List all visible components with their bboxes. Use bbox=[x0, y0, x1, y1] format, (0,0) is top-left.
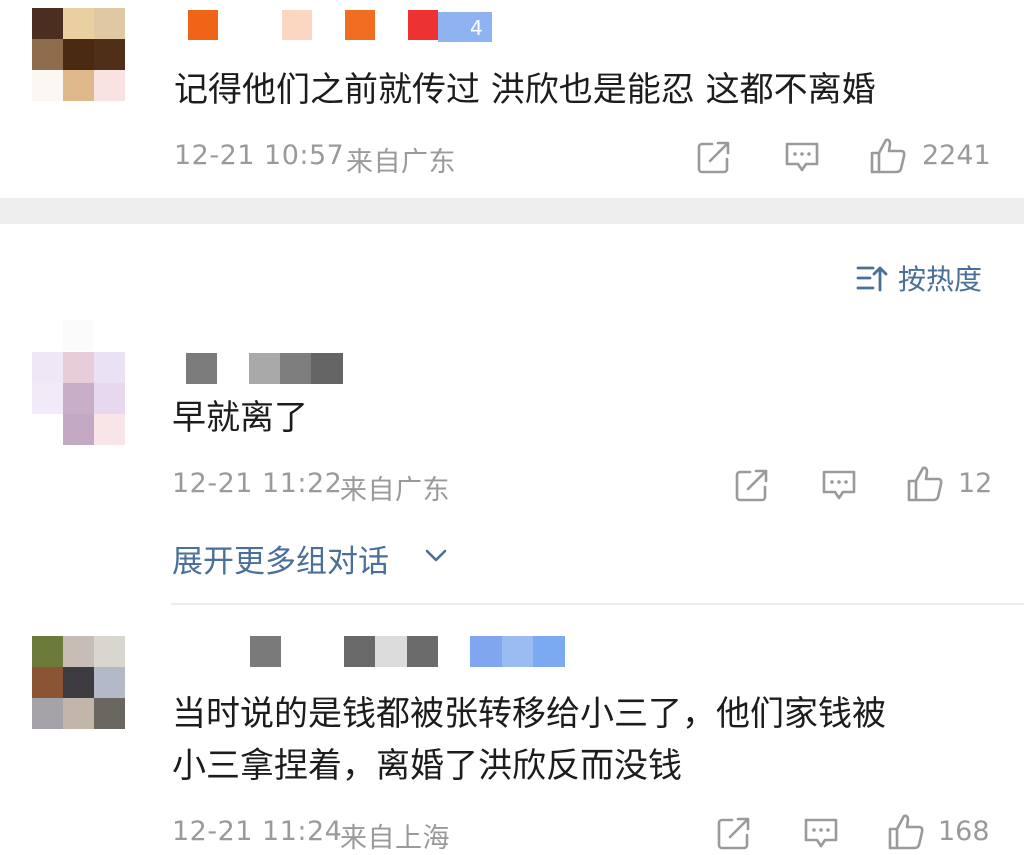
comment-icon[interactable] bbox=[783, 140, 821, 176]
comment-text: 记得他们之前就传过 洪欣也是能忍 这都不离婚 bbox=[174, 70, 876, 110]
username-redacted[interactable] bbox=[186, 353, 351, 385]
comment-time: 12-21 11:22 bbox=[172, 468, 343, 499]
like-count: 2241 bbox=[922, 140, 991, 171]
comment-location: 来自广东 bbox=[340, 475, 450, 506]
comment-time: 12-21 11:24 bbox=[172, 816, 343, 847]
username-redacted[interactable] bbox=[250, 636, 570, 668]
avatar[interactable] bbox=[32, 320, 128, 448]
sort-label: 按热度 bbox=[898, 263, 983, 296]
section-separator bbox=[0, 198, 1024, 224]
share-icon[interactable] bbox=[734, 467, 770, 503]
avatar[interactable] bbox=[32, 8, 128, 104]
thumbs-up-icon[interactable] bbox=[868, 136, 908, 176]
comment-text: 早就离了 bbox=[172, 398, 308, 438]
thumbs-up-icon[interactable] bbox=[905, 464, 945, 504]
comment-divider bbox=[171, 603, 1024, 605]
like-count: 168 bbox=[938, 816, 990, 847]
expand-replies-label: 展开更多组对话 bbox=[172, 544, 389, 580]
comment-location: 来自广东 bbox=[346, 147, 456, 178]
level-badge-fragment: 4 bbox=[470, 16, 483, 40]
share-icon[interactable] bbox=[696, 139, 732, 175]
comment-location: 来自上海 bbox=[340, 823, 450, 854]
sort-toggle[interactable]: 按热度 bbox=[856, 258, 996, 298]
share-icon[interactable] bbox=[716, 815, 752, 851]
comment-text-line-1: 当时说的是钱都被张转移给小三了，他们家钱被 bbox=[172, 694, 886, 734]
expand-replies-link[interactable]: 展开更多组对话 bbox=[172, 536, 447, 580]
comment-time: 12-21 10:57 bbox=[174, 140, 345, 171]
username-redacted[interactable]: 4 bbox=[188, 10, 498, 42]
chevron-down-icon bbox=[425, 549, 447, 562]
comment-icon[interactable] bbox=[820, 468, 858, 504]
comment-text-line-2: 小三拿捏着，离婚了洪欣反而没钱 bbox=[172, 746, 682, 786]
like-count: 12 bbox=[958, 468, 993, 499]
thumbs-up-icon[interactable] bbox=[886, 812, 926, 852]
avatar[interactable] bbox=[32, 636, 128, 732]
comment-icon[interactable] bbox=[802, 816, 840, 852]
sort-icon bbox=[856, 266, 888, 292]
